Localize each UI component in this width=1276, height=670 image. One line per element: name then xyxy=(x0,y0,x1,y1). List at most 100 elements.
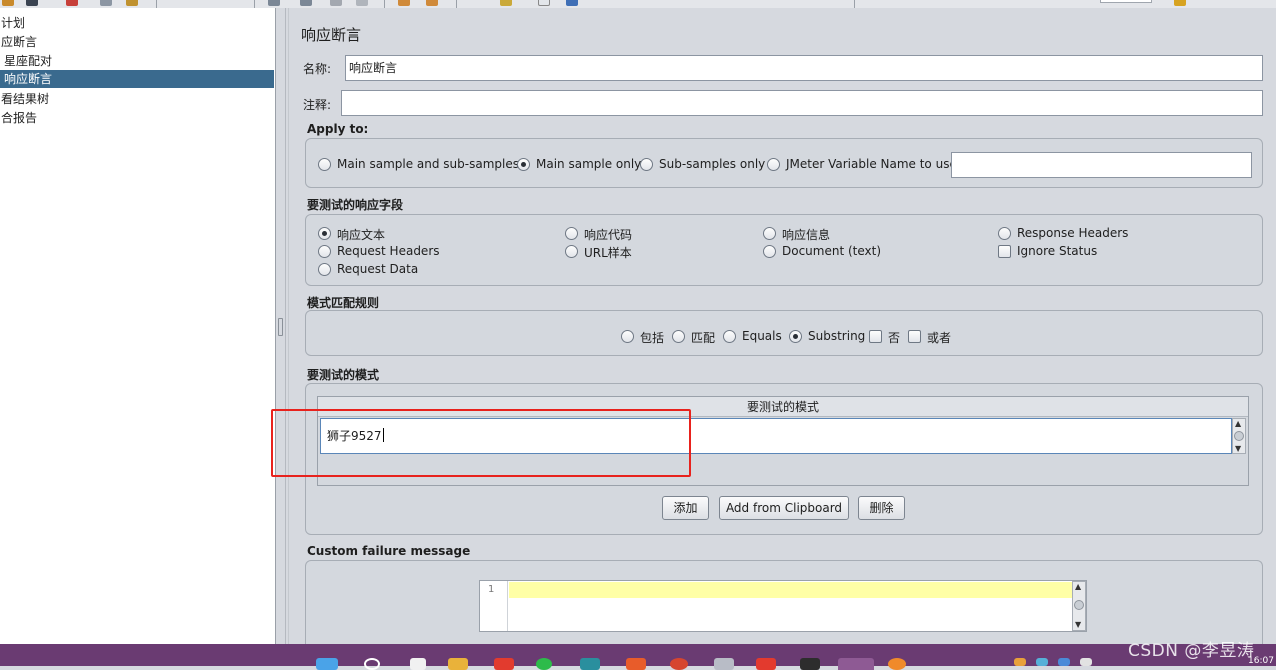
radio-response-text[interactable] xyxy=(318,227,331,240)
tree-item-view-results-tree[interactable]: 看结果树 xyxy=(0,90,274,108)
tree-item-test-plan[interactable]: 计划 xyxy=(0,14,274,32)
app-icon-dark[interactable] xyxy=(800,658,820,670)
not-label: 否 xyxy=(888,331,901,345)
radio-request-headers[interactable] xyxy=(318,245,331,258)
jmeter-variable-input[interactable] xyxy=(951,152,1252,178)
radio-main-and-sub[interactable] xyxy=(318,158,331,171)
option-jmeter-variable-label: JMeter Variable Name to use xyxy=(786,157,957,171)
help-icon[interactable] xyxy=(566,0,578,6)
failure-message-title: Custom failure message xyxy=(307,544,471,558)
add-from-clipboard-button[interactable]: Add from Clipboard xyxy=(719,496,849,520)
search-icon[interactable] xyxy=(500,0,512,6)
radio-jmeter-variable[interactable] xyxy=(767,158,780,171)
warning-icon[interactable] xyxy=(1174,0,1186,6)
start-icon[interactable] xyxy=(300,0,312,6)
scroll-up-icon[interactable]: ▲ xyxy=(1235,420,1241,428)
failure-message-editor[interactable]: 1 ▲ ▼ xyxy=(479,580,1087,632)
tree-item-constellation[interactable]: 星座配对 xyxy=(0,52,274,70)
scroll-down-icon[interactable]: ▼ xyxy=(1075,621,1081,629)
scroll-thumb[interactable] xyxy=(1074,600,1084,610)
tray-icon[interactable] xyxy=(1080,658,1092,666)
scroll-thumb[interactable] xyxy=(1234,431,1244,441)
contains-label: 包括 xyxy=(640,331,665,345)
save-icon[interactable] xyxy=(26,0,38,6)
request-headers-label: Request Headers xyxy=(337,244,440,258)
app-icon-pdf[interactable] xyxy=(756,658,776,670)
stop-icon[interactable] xyxy=(330,0,342,6)
scroll-up-icon[interactable]: ▲ xyxy=(1075,583,1081,591)
cut-icon[interactable] xyxy=(66,0,78,6)
tray-icon[interactable] xyxy=(1014,658,1026,666)
app-icon-orange[interactable] xyxy=(626,658,646,670)
tree-item-aggregate-report[interactable]: 合报告 xyxy=(0,109,274,127)
toolbar-status-field xyxy=(1100,0,1152,3)
radio-response-code[interactable] xyxy=(565,227,578,240)
assertion-panel: 响应断言 名称: 响应断言 注释: Apply to: Main sample … xyxy=(288,8,1276,644)
tray-icon[interactable] xyxy=(1058,658,1070,666)
clear-all-icon[interactable] xyxy=(426,0,438,6)
editor-scrollbar[interactable]: ▲ ▼ xyxy=(1072,581,1086,631)
equals-label: Equals xyxy=(742,329,782,343)
apply-to-group: Main sample and sub-samples Main sample … xyxy=(305,138,1263,188)
paste-icon[interactable] xyxy=(126,0,138,6)
document-text-label: Document (text) xyxy=(782,244,882,258)
url-sample-label: URL样本 xyxy=(584,246,632,260)
radio-contains[interactable] xyxy=(621,330,634,343)
name-label: 名称: xyxy=(303,62,332,76)
response-code-label: 响应代码 xyxy=(584,228,633,242)
or-checkbox[interactable] xyxy=(908,330,921,343)
file-explorer-icon[interactable] xyxy=(448,658,468,670)
option-main-only-label: Main sample only xyxy=(536,157,642,171)
function-icon[interactable] xyxy=(538,0,550,6)
app-icon-red[interactable] xyxy=(494,658,514,670)
tray-icon[interactable] xyxy=(1036,658,1048,666)
shutdown-icon[interactable] xyxy=(356,0,368,6)
open-icon[interactable] xyxy=(2,0,14,6)
request-data-label: Request Data xyxy=(337,262,419,276)
windows-start-icon[interactable] xyxy=(316,658,338,670)
comment-field[interactable] xyxy=(341,90,1263,116)
ignore-status-label: Ignore Status xyxy=(1017,244,1098,258)
highlight-annotation-box xyxy=(271,409,691,477)
pattern-scrollbar[interactable]: ▲ ▼ xyxy=(1232,418,1246,454)
tree-item-response-assertion[interactable]: 响应断言 xyxy=(0,70,274,88)
jmeter-icon[interactable] xyxy=(838,658,874,670)
app-icon-gray[interactable] xyxy=(714,658,734,670)
not-checkbox[interactable] xyxy=(869,330,882,343)
line-number-gutter: 1 xyxy=(480,581,508,631)
delete-button[interactable]: 删除 xyxy=(858,496,905,520)
taskbar-clock: 16:07 xyxy=(1248,656,1274,666)
radio-main-only[interactable] xyxy=(517,158,530,171)
expand-icon[interactable] xyxy=(268,0,280,6)
radio-url-sample[interactable] xyxy=(565,245,578,258)
task-view-icon[interactable] xyxy=(410,658,426,670)
copy-icon[interactable] xyxy=(100,0,112,6)
scroll-down-icon[interactable]: ▼ xyxy=(1235,445,1241,453)
radio-response-message[interactable] xyxy=(763,227,776,240)
radio-request-data[interactable] xyxy=(318,263,331,276)
wechat-icon[interactable] xyxy=(536,658,552,670)
ignore-status-checkbox[interactable] xyxy=(998,245,1011,258)
radio-substring[interactable] xyxy=(789,330,802,343)
add-button[interactable]: 添加 xyxy=(662,496,709,520)
test-plan-tree[interactable]: 计划 应断言 星座配对 响应断言 看结果树 合报告 xyxy=(0,8,276,644)
pane-splitter[interactable] xyxy=(276,8,286,644)
radio-equals[interactable] xyxy=(723,330,736,343)
toolbar-separator xyxy=(254,0,255,8)
splitter-grip[interactable] xyxy=(278,318,283,336)
tree-item-assertion[interactable]: 应断言 xyxy=(0,33,274,51)
pattern-rules-group: 包括 匹配 Equals Substring 否 或者 xyxy=(305,310,1263,356)
app-icon-circle[interactable] xyxy=(670,658,688,670)
search-icon[interactable] xyxy=(364,658,380,670)
radio-sub-only[interactable] xyxy=(640,158,653,171)
name-field[interactable]: 响应断言 xyxy=(345,55,1263,81)
radio-matches[interactable] xyxy=(672,330,685,343)
toolbar-separator xyxy=(156,0,157,8)
app-icon-teal[interactable] xyxy=(580,658,600,670)
option-main-and-sub-label: Main sample and sub-samples xyxy=(337,157,519,171)
radio-response-headers[interactable] xyxy=(998,227,1011,240)
page-title: 响应断言 xyxy=(301,26,362,44)
app-icon-browser[interactable] xyxy=(888,658,906,670)
radio-document-text[interactable] xyxy=(763,245,776,258)
clear-icon[interactable] xyxy=(398,0,410,6)
